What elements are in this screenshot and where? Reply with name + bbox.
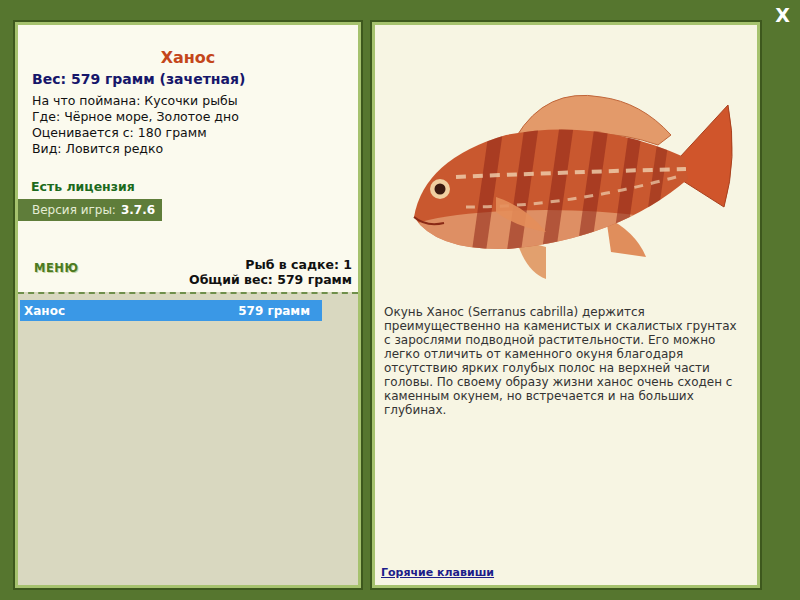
detail-line: На что поймана: Кусочки рыбы xyxy=(32,93,358,109)
keepnet-count: Рыб в садке: 1 xyxy=(245,257,352,272)
catch-name: Ханос xyxy=(24,304,65,318)
catch-weight: 579 грамм xyxy=(238,304,310,318)
version-value: 3.7.6 xyxy=(121,203,155,217)
fish-info-panel: Ханос Вес: 579 грамм (зачетная) На что пой… xyxy=(15,22,361,588)
fish-icon xyxy=(396,57,736,287)
detail-line: Оценивается с: 180 грамм xyxy=(32,125,358,141)
catch-list: Ханос 579 грамм xyxy=(18,292,358,585)
fish-description: Окунь Ханос (Serranus cabrilla) держится… xyxy=(375,305,757,417)
fish-title: Ханос xyxy=(18,48,358,67)
license-status: Есть лицензия xyxy=(31,179,358,194)
version-bar: Версия игры: 3.7.6 xyxy=(18,199,162,221)
fish-description-panel: Окунь Ханос (Serranus cabrilla) держится… xyxy=(372,22,760,588)
version-label: Версия игры: xyxy=(32,203,116,217)
menu-button[interactable]: МЕНЮ xyxy=(34,261,78,275)
hotkeys-link[interactable]: Горячие клавиши xyxy=(375,566,757,585)
fish-weight: Вес: 579 грамм (зачетная) xyxy=(32,71,358,87)
window-frame: Ханос Вес: 579 грамм (зачетная) На что пой… xyxy=(0,0,800,600)
keepnet-summary: Рыб в садке: 1Общий вес: 579 грамм xyxy=(189,257,352,287)
fish-picture xyxy=(375,25,757,305)
keepnet-total: Общий вес: 579 грамм xyxy=(189,272,352,287)
close-button[interactable]: X xyxy=(775,5,790,26)
spacer xyxy=(375,417,757,566)
fish-details: На что поймана: Кусочки рыбыГде: Чёрное … xyxy=(32,93,358,157)
fish-card: Ханос Вес: 579 грамм (зачетная) На что пой… xyxy=(18,25,358,292)
detail-line: Вид: Ловится редко xyxy=(32,141,358,157)
catch-row[interactable]: Ханос 579 грамм xyxy=(20,300,322,321)
detail-line: Где: Чёрное море, Золотое дно xyxy=(32,109,358,125)
menu-row: МЕНЮ Рыб в садке: 1Общий вес: 579 грамм xyxy=(18,257,358,292)
